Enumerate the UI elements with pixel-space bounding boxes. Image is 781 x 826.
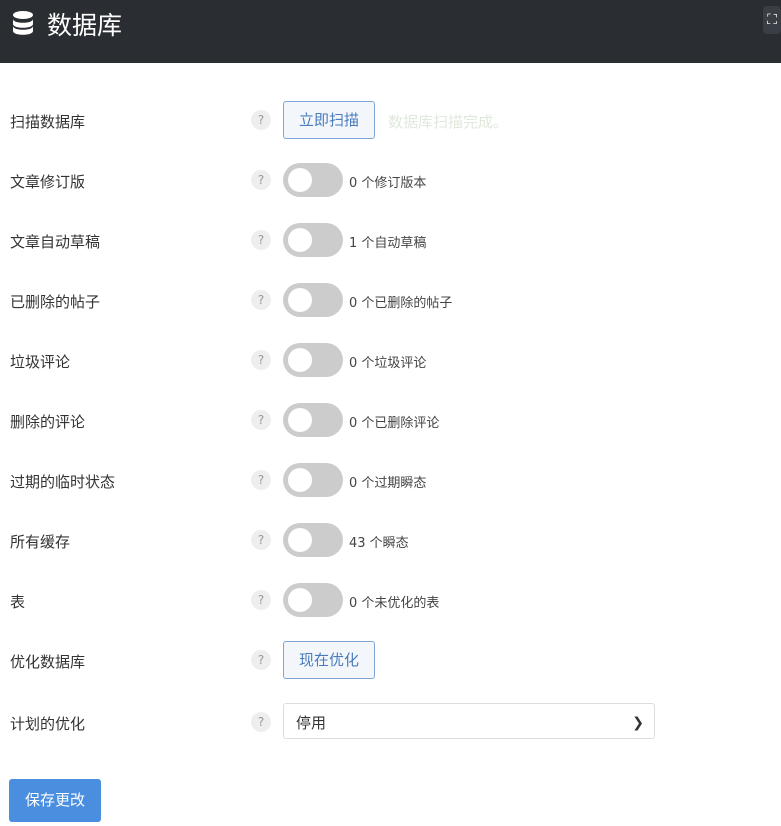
- scan-now-button[interactable]: 立即扫描: [283, 101, 375, 139]
- help-icon[interactable]: ?: [251, 470, 271, 490]
- toggle-label: 垃圾评论: [10, 353, 71, 371]
- toggle-label: 文章自动草稿: [10, 233, 101, 251]
- toggle-switch[interactable]: [283, 283, 343, 317]
- toggle-switch[interactable]: [283, 403, 343, 437]
- toggle-label: 文章修订版: [10, 173, 86, 191]
- schedule-value: 停用: [296, 714, 327, 732]
- toggle-switch[interactable]: [283, 343, 343, 377]
- item-count: 0 个垃圾评论: [349, 356, 427, 371]
- toggle-switch[interactable]: [283, 583, 343, 617]
- schedule-label: 计划的优化: [10, 715, 86, 733]
- help-icon[interactable]: ?: [251, 170, 271, 190]
- toggle-switch[interactable]: [283, 163, 343, 197]
- toggle-row: 表 ? 0 个未优化的表: [0, 581, 781, 621]
- toggle-row: 文章自动草稿 ? 1 个自动草稿: [0, 221, 781, 261]
- help-icon[interactable]: ?: [251, 530, 271, 550]
- help-icon[interactable]: ?: [251, 590, 271, 610]
- toggle-label: 已删除的帖子: [10, 293, 101, 311]
- optimize-label: 优化数据库: [10, 653, 86, 671]
- help-icon[interactable]: ?: [251, 110, 271, 130]
- optimize-now-button[interactable]: 现在优化: [283, 641, 375, 679]
- item-count: 0 个已删除评论: [349, 416, 440, 431]
- fullscreen-icon[interactable]: ⛶: [763, 6, 781, 34]
- optimize-row: 优化数据库 ? 现在优化: [0, 641, 781, 681]
- toggle-switch[interactable]: [283, 463, 343, 497]
- item-count: 43 个瞬态: [349, 536, 409, 551]
- toggle-switch[interactable]: [283, 523, 343, 557]
- chevron-down-icon: ❯: [632, 715, 644, 731]
- toggle-label: 所有缓存: [10, 533, 71, 551]
- item-count: 0 个未优化的表: [349, 596, 440, 611]
- item-count: 1 个自动草稿: [349, 236, 427, 251]
- help-icon[interactable]: ?: [251, 350, 271, 370]
- toggle-row: 过期的临时状态 ? 0 个过期瞬态: [0, 461, 781, 501]
- item-count: 0 个修订版本: [349, 176, 427, 191]
- help-icon[interactable]: ?: [251, 230, 271, 250]
- toggle-row: 所有缓存 ? 43 个瞬态: [0, 521, 781, 561]
- toggle-row: 删除的评论 ? 0 个已删除评论: [0, 401, 781, 441]
- toggle-label: 删除的评论: [10, 413, 86, 431]
- toggle-row: 文章修订版 ? 0 个修订版本: [0, 161, 781, 201]
- toggle-row: 已删除的帖子 ? 0 个已删除的帖子: [0, 281, 781, 321]
- toggle-label: 表: [10, 593, 26, 611]
- help-icon[interactable]: ?: [251, 712, 271, 732]
- help-icon[interactable]: ?: [251, 650, 271, 670]
- schedule-select[interactable]: 停用 ❯: [283, 703, 655, 739]
- save-button[interactable]: 保存更改: [9, 779, 101, 822]
- schedule-row: 计划的优化 ? 停用 ❯: [0, 703, 781, 743]
- header: 数据库 ⛶: [0, 0, 781, 63]
- database-icon: [13, 11, 33, 35]
- item-count: 0 个过期瞬态: [349, 476, 427, 491]
- toggle-label: 过期的临时状态: [10, 473, 116, 491]
- help-icon[interactable]: ?: [251, 410, 271, 430]
- item-count: 0 个已删除的帖子: [349, 296, 453, 311]
- scan-status: 数据库扫描完成。: [388, 113, 509, 131]
- page-title: 数据库: [47, 11, 123, 40]
- scan-label: 扫描数据库: [10, 113, 86, 131]
- scan-row: 扫描数据库 ? 立即扫描 数据库扫描完成。: [0, 101, 781, 141]
- toggle-row: 垃圾评论 ? 0 个垃圾评论: [0, 341, 781, 381]
- help-icon[interactable]: ?: [251, 290, 271, 310]
- toggle-switch[interactable]: [283, 223, 343, 257]
